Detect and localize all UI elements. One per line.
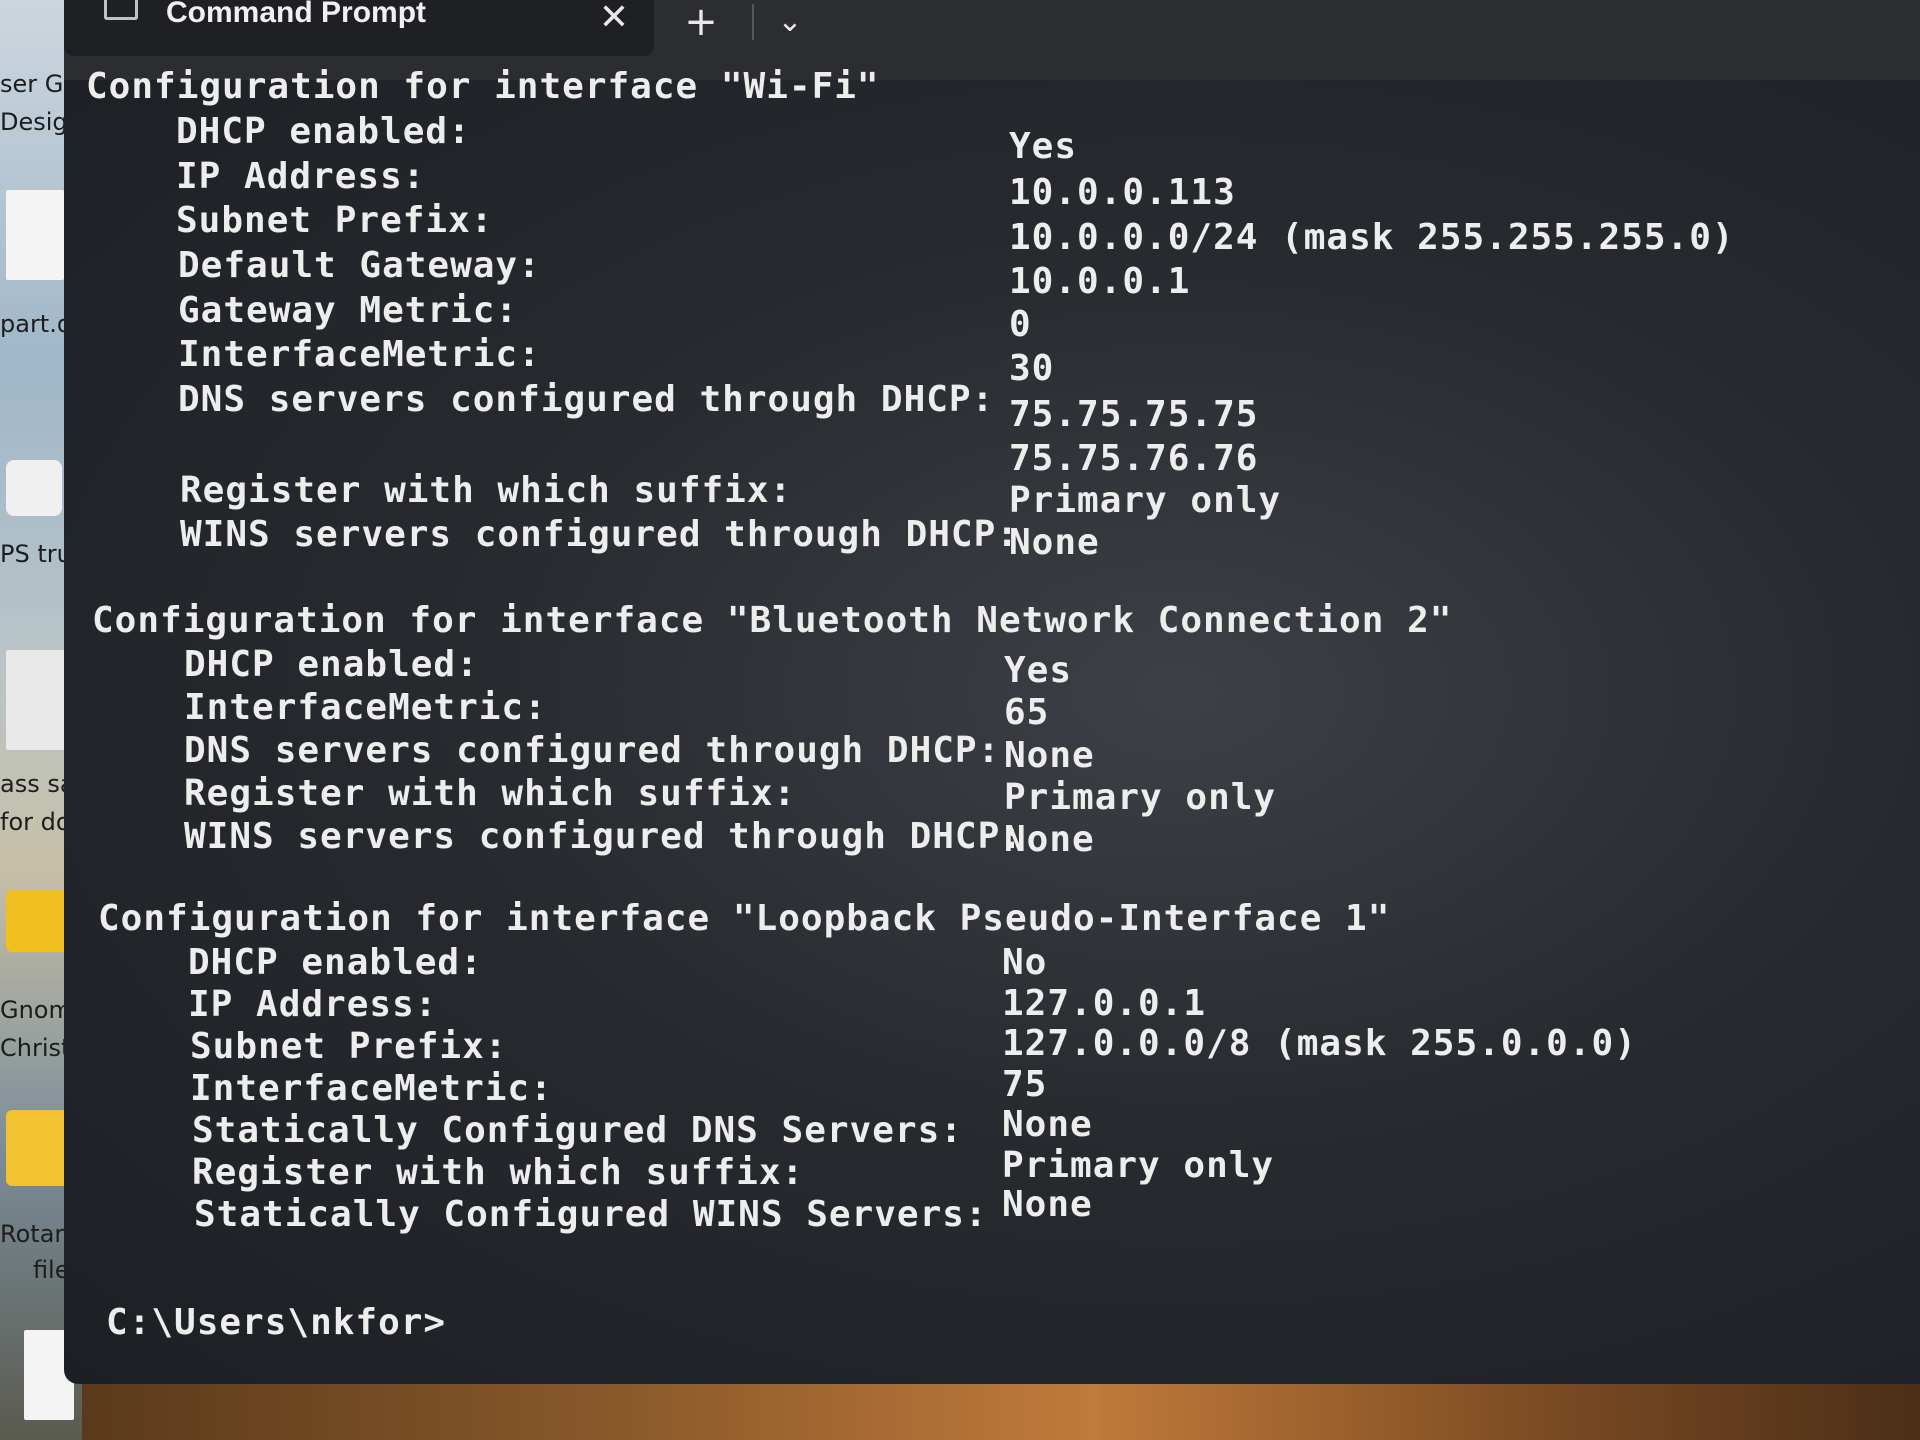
close-icon[interactable]: ✕ [594,0,634,36]
new-tab-button[interactable]: + [676,2,726,42]
config-value: None [1009,522,1100,563]
console-output[interactable]: Configuration for interface "Wi-Fi" DHCP… [84,66,1884,1370]
tab-title: Command Prompt [166,0,427,29]
config-value: 75.75.76.76 [1009,438,1259,479]
config-value: 75.75.75.75 [1009,394,1259,435]
config-value: 10.0.0.113 [1009,172,1236,213]
section-header: Configuration for interface "Bluetooth N… [92,600,1453,641]
config-key: DHCP enabled: [176,111,471,152]
config-key: Register with which suffix: [184,773,797,814]
config-key: IP Address: [176,156,426,197]
config-key: InterfaceMetric: [178,334,541,375]
config-value: 127.0.0.1 [1002,983,1207,1024]
config-key: Subnet Prefix: [190,1026,508,1067]
config-value: Yes [1009,126,1078,167]
config-value: 65 [1004,692,1050,733]
config-value: 127.0.0.0/8 (mask 255.0.0.0) [1002,1023,1637,1064]
config-value: 0 [1009,304,1032,345]
config-key: Default Gateway: [178,245,541,286]
config-key: Register with which suffix: [180,470,793,511]
config-value: 75 [1002,1064,1048,1105]
desktop-wallpaper [82,1380,1920,1440]
config-value: 10.0.0.1 [1009,261,1191,302]
config-key: Register with which suffix: [192,1152,805,1193]
chevron-down-icon[interactable]: ⌄ [768,4,812,40]
document-icon[interactable] [6,650,70,750]
config-value: Primary only [1009,480,1282,521]
config-key: DNS servers configured through DHCP: [178,379,995,420]
config-key: DHCP enabled: [188,942,483,983]
config-value: Primary only [1004,777,1277,818]
command-prompt-line[interactable]: C:\Users\nkfor> [106,1302,446,1343]
config-value: 10.0.0.0/24 (mask 255.255.255.0) [1009,217,1735,258]
terminal-window: Command Prompt ✕ + ⌄ Configuration for i… [64,0,1920,1384]
app-shortcut-icon[interactable] [6,460,62,516]
config-value: None [1004,735,1095,776]
terminal-icon [104,0,138,20]
config-value: None [1002,1184,1093,1225]
document-icon[interactable] [6,190,64,280]
config-key: IP Address: [188,984,438,1025]
config-value: 30 [1009,348,1055,389]
config-value: None [1002,1104,1093,1145]
config-value: Yes [1004,650,1073,691]
config-key: InterfaceMetric: [184,687,547,728]
tab-command-prompt[interactable]: Command Prompt ✕ [64,0,654,56]
config-key: DNS servers configured through DHCP: [184,730,1001,771]
tab-separator [752,4,754,40]
section-header: Configuration for interface "Loopback Ps… [98,898,1391,939]
config-value: None [1004,819,1095,860]
config-key: Subnet Prefix: [176,200,494,241]
screen: ser G Desig part.d PS truc ass say for d… [0,0,1920,1440]
config-key: WINS servers configured through DHCP: [180,514,1019,555]
section-header: Configuration for interface "Wi-Fi" [86,66,880,107]
config-key: DHCP enabled: [184,644,479,685]
config-key: Gateway Metric: [178,290,519,331]
config-value: Primary only [1002,1145,1275,1186]
config-key: WINS servers configured through DHCP: [184,816,1023,857]
config-value: No [1002,942,1048,983]
config-key: InterfaceMetric: [190,1068,553,1109]
config-key: Statically Configured WINS Servers: [194,1194,988,1235]
config-key: Statically Configured DNS Servers: [192,1110,963,1151]
